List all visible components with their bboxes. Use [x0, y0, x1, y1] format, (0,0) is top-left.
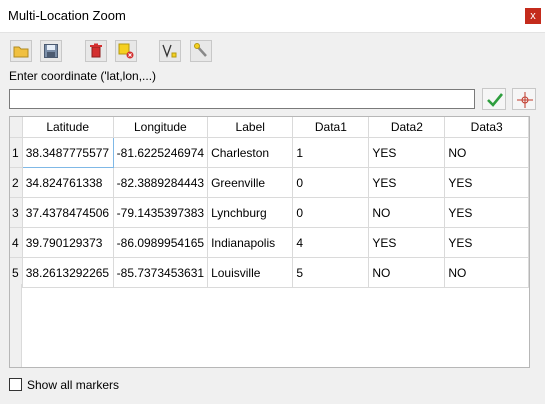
row-header-filler — [10, 284, 22, 367]
open-file-button[interactable] — [10, 40, 32, 62]
crosshair-icon — [517, 92, 533, 108]
capture-coordinate-button[interactable] — [512, 88, 536, 110]
table-cell[interactable]: -86.0989954165 — [113, 227, 209, 258]
table-row[interactable]: 1 38.3487775577 -81.6225246974 Charlesto… — [10, 137, 529, 168]
row-header[interactable]: 5 — [10, 257, 23, 288]
vertex-line-button[interactable] — [159, 40, 181, 62]
table-cell[interactable]: 0 — [292, 197, 370, 228]
table-cell[interactable]: Louisville — [207, 257, 294, 288]
locations-grid: Latitude Longitude Label Data1 Data2 Dat… — [10, 117, 529, 288]
corner-cell — [10, 117, 23, 138]
table-cell[interactable]: -79.1435397383 — [113, 197, 209, 228]
table-cell[interactable]: Lynchburg — [207, 197, 294, 228]
column-header-data2[interactable]: Data2 — [368, 117, 446, 138]
row-header[interactable]: 3 — [10, 197, 23, 228]
coordinate-label: Enter coordinate ('lat,lon,...) — [9, 69, 157, 83]
show-all-markers-label: Show all markers — [27, 378, 120, 392]
table-row[interactable]: 5 38.2613292265 -85.7373453631 Louisvill… — [10, 257, 529, 288]
table-cell[interactable]: YES — [368, 167, 446, 198]
save-button[interactable] — [40, 40, 62, 62]
clear-markers-button[interactable] — [115, 40, 137, 62]
settings-button[interactable] — [190, 40, 212, 62]
row-header[interactable]: 2 — [10, 167, 23, 198]
table-cell[interactable]: 34.824761338 — [22, 167, 114, 198]
settings-wrench-icon — [194, 43, 207, 57]
row-header[interactable]: 1 — [10, 137, 23, 168]
accept-coordinate-button[interactable] — [482, 88, 506, 110]
checkmark-icon — [487, 93, 504, 107]
table-cell[interactable]: NO — [444, 257, 529, 288]
table-cell[interactable]: NO — [368, 257, 446, 288]
table-cell[interactable]: 1 — [292, 137, 370, 168]
table-cell[interactable]: YES — [368, 137, 446, 168]
title-bar: Multi-Location Zoom x — [0, 0, 545, 33]
table-cell[interactable]: 39.790129373 — [22, 227, 114, 258]
column-header-latitude[interactable]: Latitude — [22, 117, 114, 138]
table-header-row: Latitude Longitude Label Data1 Data2 Dat… — [10, 117, 529, 138]
table-cell[interactable]: YES — [368, 227, 446, 258]
table-cell[interactable]: -81.6225246974 — [113, 137, 209, 168]
table-row[interactable]: 2 34.824761338 -82.3889284443 Greenville… — [10, 167, 529, 198]
multi-location-zoom-window: Multi-Location Zoom x Enter coordinate (… — [0, 0, 545, 404]
table-cell[interactable]: 37.4378474506 — [22, 197, 114, 228]
table-row[interactable]: 4 39.790129373 -86.0989954165 Indianapol… — [10, 227, 529, 258]
table-cell[interactable]: Greenville — [207, 167, 294, 198]
table-cell[interactable]: 5 — [292, 257, 370, 288]
column-header-data1[interactable]: Data1 — [292, 117, 370, 138]
table-cell[interactable]: NO — [444, 137, 529, 168]
table-cell[interactable]: 0 — [292, 167, 370, 198]
vertex-line-icon — [162, 44, 177, 58]
column-header-data3[interactable]: Data3 — [444, 117, 529, 138]
table-cell[interactable]: -82.3889284443 — [113, 167, 209, 198]
column-header-label[interactable]: Label — [207, 117, 294, 138]
show-all-markers-checkbox[interactable] — [9, 378, 22, 391]
clear-markers-icon — [118, 43, 134, 59]
locations-table: Latitude Longitude Label Data1 Data2 Dat… — [9, 116, 530, 368]
table-cell[interactable]: NO — [368, 197, 446, 228]
table-cell[interactable]: 38.2613292265 — [22, 257, 114, 288]
delete-icon — [90, 43, 102, 58]
table-cell[interactable]: -85.7373453631 — [113, 257, 209, 288]
table-cell[interactable]: 4 — [292, 227, 370, 258]
close-button[interactable]: x — [525, 8, 541, 24]
table-cell[interactable]: YES — [444, 167, 529, 198]
save-icon — [44, 44, 58, 58]
table-row[interactable]: 3 37.4378474506 -79.1435397383 Lynchburg… — [10, 197, 529, 228]
column-header-longitude[interactable]: Longitude — [113, 117, 209, 138]
table-cell[interactable]: 38.3487775577 — [21, 137, 114, 168]
table-cell[interactable]: YES — [444, 197, 529, 228]
table-cell[interactable]: YES — [444, 227, 529, 258]
coordinate-input[interactable] — [9, 89, 475, 109]
delete-button[interactable] — [85, 40, 107, 62]
open-folder-icon — [13, 46, 29, 58]
window-title: Multi-Location Zoom — [8, 8, 126, 23]
close-icon: x — [530, 10, 536, 22]
table-cell[interactable]: Indianapolis — [207, 227, 294, 258]
row-header[interactable]: 4 — [10, 227, 23, 258]
table-cell[interactable]: Charleston — [207, 137, 294, 168]
